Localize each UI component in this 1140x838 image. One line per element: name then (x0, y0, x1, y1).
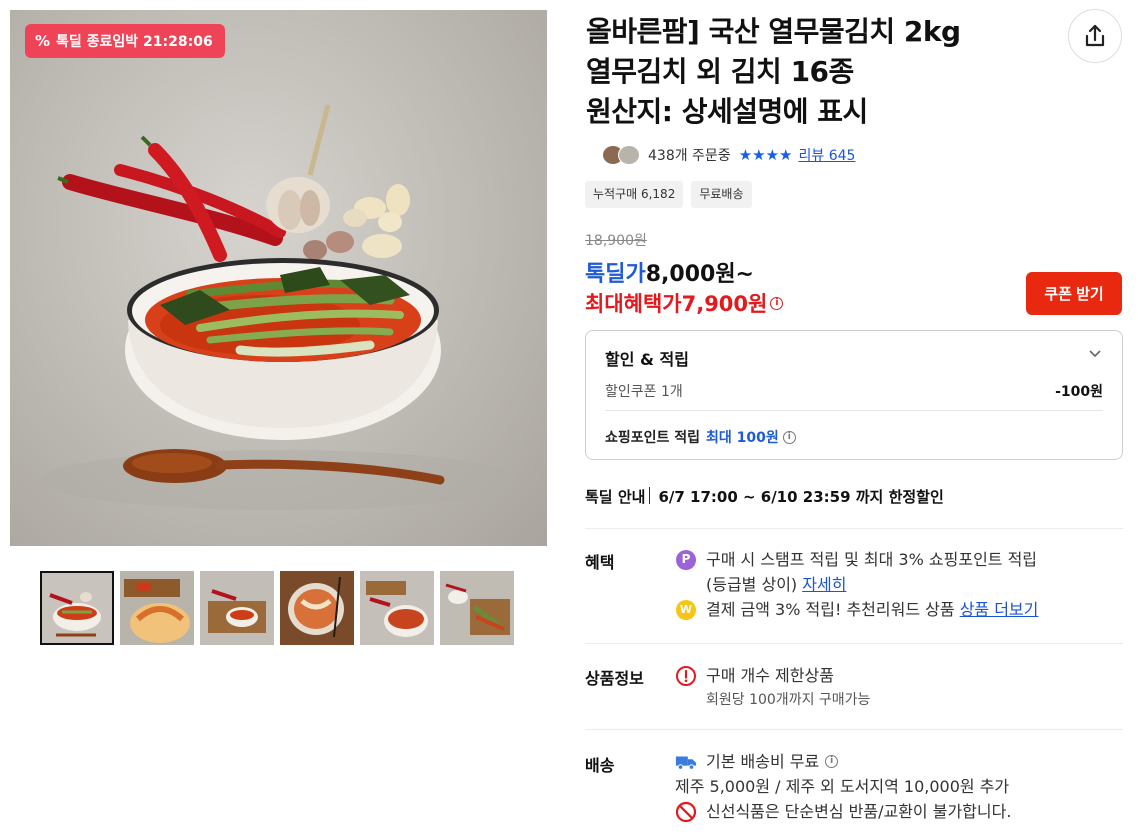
get-coupon-button[interactable]: 쿠폰 받기 (1026, 272, 1122, 315)
deal-timer-badge: % 톡딜 종료임박 21:28:06 (25, 24, 225, 58)
shipping-label: 배송 (585, 756, 615, 775)
benefit-box-heading: 할인 & 적립 (605, 350, 689, 369)
divider (585, 643, 1123, 644)
thumbnail-5[interactable] (360, 571, 434, 645)
original-price: 18,900원 (585, 233, 647, 249)
thumbnail-3[interactable] (200, 571, 274, 645)
review-link[interactable]: 리뷰 645 (799, 145, 856, 165)
info-icon[interactable]: i (782, 430, 796, 444)
deal-price-label: 톡딜가 (585, 262, 646, 287)
thumbnail-1[interactable] (40, 571, 114, 645)
deal-info: 톡딜 안내 6/7 17:00 ~ 6/10 23:59 까지 한정할인 (585, 486, 944, 507)
info-icon[interactable]: i (825, 755, 839, 768)
product-title-line-2: 열무김치 외 김치 16종 (586, 55, 854, 88)
island-shipping-text: 제주 5,000원 / 제주 외 도서지역 10,000원 추가 (675, 777, 1010, 796)
benefits-label: 혜택 (585, 553, 615, 572)
tag-free-shipping: 무료배송 (691, 181, 752, 208)
tag-cumulative-purchase: 누적구매 6,182 (585, 181, 684, 208)
max-price-label: 최대혜택가 (585, 292, 682, 316)
product-title: 올바른팜] 국산 열무물김치 2kg 열무김치 외 김치 16종 원산지: 상세… (586, 12, 1056, 132)
social-proof: 438개 주문중 ★★★★ 리뷰 645 (602, 143, 855, 167)
max-benefit-price: 최대혜택가 7,900원 i (585, 288, 784, 318)
product-tags: 누적구매 6,182 무료배송 (585, 181, 752, 208)
alert-circle-icon (675, 665, 697, 687)
purchase-limit-detail: 회원당 100개까지 구매가능 (706, 692, 871, 708)
deal-price: 톡딜가8,000원~ (585, 256, 754, 288)
info-icon[interactable]: i (770, 296, 784, 310)
thumbnail-strip (40, 571, 514, 645)
percent-icon: % (35, 32, 51, 50)
chevron-down-icon[interactable] (1088, 349, 1102, 359)
benefit-line-1: 구매 시 스탬프 적립 및 최대 3% 쇼핑포인트 적립 (706, 550, 1038, 569)
coupon-label: 할인쿠폰 1개 (605, 384, 683, 400)
point-badge-icon: P (675, 549, 697, 571)
discount-reward-box[interactable]: 할인 & 적립 할인쿠폰 1개 -100원 쇼핑포인트 적립 최대 100원 i (585, 330, 1123, 460)
thumbnail-6[interactable] (440, 571, 514, 645)
deal-timer-text: 톡딜 종료임박 21:28:06 (56, 34, 213, 50)
point-value: 최대 100원 (706, 430, 779, 446)
details-link[interactable]: 자세히 (802, 572, 846, 597)
product-info-label: 상품정보 (585, 669, 644, 688)
divider (585, 528, 1123, 529)
no-return-notice: 신선식품은 단순변심 반품/교환이 불가합니다. (706, 802, 1012, 821)
divider (585, 729, 1123, 730)
point-label: 쇼핑포인트 적립 (605, 430, 701, 446)
reward-coin-icon: W (675, 599, 697, 621)
truck-icon (675, 751, 697, 773)
product-info-content: 구매 개수 제한상품 회원당 100개까지 구매가능 (675, 663, 870, 713)
max-price-value: 7,900원 (681, 292, 768, 316)
coupon-row: 할인쿠폰 1개 -100원 (605, 381, 1103, 411)
coupon-amount: -100원 (1055, 384, 1103, 400)
buyer-avatars (602, 143, 642, 167)
benefits-content: P 구매 시 스탬프 적립 및 최대 3% 쇼핑포인트 적립 (등급별 상이) … (675, 547, 1038, 622)
share-icon (1085, 24, 1105, 47)
benefit-line-3: 결제 금액 3% 적립! 추천리워드 상품 (706, 600, 955, 619)
shipping-content: 기본 배송비 무료 i 제주 5,000원 / 제주 외 도서지역 10,000… (675, 749, 1011, 824)
divider (649, 487, 651, 504)
shopping-point-row: 쇼핑포인트 적립 최대 100원 i (605, 427, 796, 447)
thumbnail-2[interactable] (120, 571, 194, 645)
product-title-line-3: 원산지: 상세설명에 표시 (586, 95, 868, 128)
more-products-link[interactable]: 상품 더보기 (960, 597, 1039, 622)
shipping-fee-text: 기본 배송비 무료 (706, 752, 820, 771)
share-button[interactable] (1068, 9, 1122, 63)
deal-info-text: 6/7 17:00 ~ 6/10 23:59 까지 한정할인 (658, 488, 944, 506)
rating-stars: ★★★★ (738, 146, 793, 164)
product-main-image: % 톡딜 종료임박 21:28:06 (10, 10, 547, 546)
prohibited-icon (675, 801, 697, 823)
deal-info-label: 톡딜 안내 (585, 488, 646, 506)
benefit-line-2: (등급별 상이) (706, 575, 798, 594)
product-title-line-1: 올바른팜] 국산 열무물김치 2kg (586, 15, 961, 48)
deal-price-value: 8,000원~ (645, 262, 754, 287)
order-count: 438개 주문중 (648, 148, 731, 164)
thumbnail-4[interactable] (280, 571, 354, 645)
kimchi-bowl-photo (40, 104, 520, 510)
purchase-limit-text: 구매 개수 제한상품 (706, 666, 834, 685)
